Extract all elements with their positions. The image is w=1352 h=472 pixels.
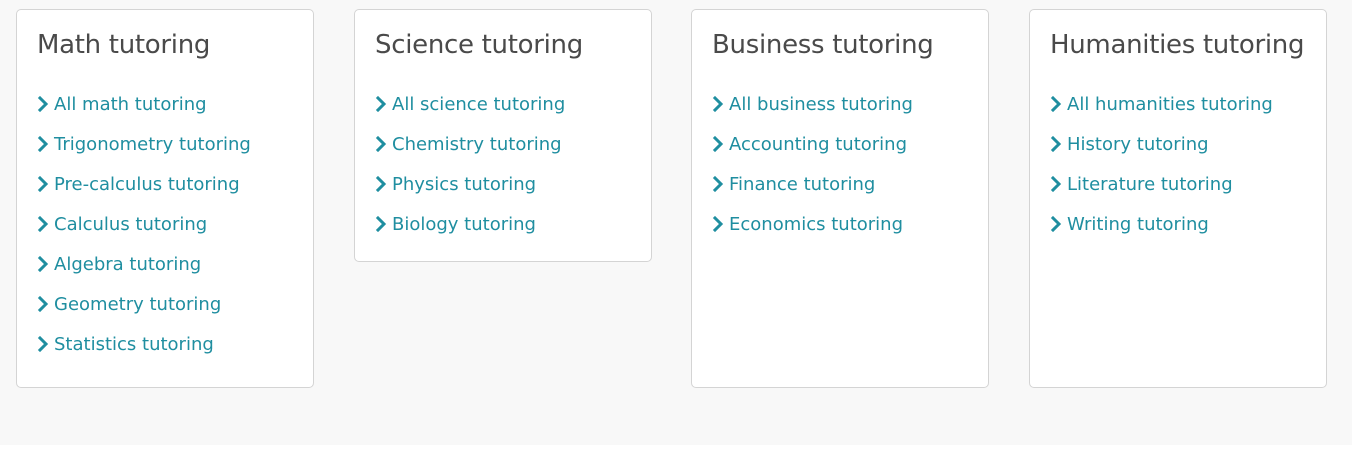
- chevron-right-icon: [375, 96, 387, 112]
- list-item: All business tutoring: [712, 90, 913, 130]
- chevron-right-icon: [37, 176, 49, 192]
- list-item: Economics tutoring: [712, 210, 913, 250]
- list-item: History tutoring: [1050, 130, 1273, 170]
- list-item: Pre-calculus tutoring: [37, 170, 251, 210]
- link-label: Trigonometry tutoring: [54, 133, 251, 155]
- link-label: All math tutoring: [54, 93, 207, 115]
- chevron-right-icon: [37, 216, 49, 232]
- category-card-math: Math tutoring All math tutoring Trigonom…: [16, 9, 314, 388]
- list-item: All humanities tutoring: [1050, 90, 1273, 130]
- link-label: All humanities tutoring: [1067, 93, 1273, 115]
- list-item: Physics tutoring: [375, 170, 565, 210]
- link-list: All business tutoring Accounting tutorin…: [712, 90, 913, 250]
- category-card-business: Business tutoring All business tutoring …: [691, 9, 989, 388]
- link-all-business-tutoring[interactable]: All business tutoring: [712, 90, 913, 118]
- chevron-right-icon: [37, 256, 49, 272]
- link-finance-tutoring[interactable]: Finance tutoring: [712, 170, 875, 198]
- list-item: Writing tutoring: [1050, 210, 1273, 250]
- list-item: Trigonometry tutoring: [37, 130, 251, 170]
- chevron-right-icon: [1050, 96, 1062, 112]
- chevron-right-icon: [37, 336, 49, 352]
- link-label: Accounting tutoring: [729, 133, 908, 155]
- link-all-science-tutoring[interactable]: All science tutoring: [375, 90, 565, 118]
- chevron-right-icon: [375, 216, 387, 232]
- link-geometry-tutoring[interactable]: Geometry tutoring: [37, 290, 221, 318]
- list-item: Accounting tutoring: [712, 130, 913, 170]
- link-calculus-tutoring[interactable]: Calculus tutoring: [37, 210, 207, 238]
- chevron-right-icon: [37, 296, 49, 312]
- list-item: Literature tutoring: [1050, 170, 1273, 210]
- chevron-right-icon: [712, 216, 724, 232]
- link-label: All science tutoring: [392, 93, 566, 115]
- link-trigonometry-tutoring[interactable]: Trigonometry tutoring: [37, 130, 251, 158]
- chevron-right-icon: [1050, 216, 1062, 232]
- link-label: Chemistry tutoring: [392, 133, 562, 155]
- chevron-right-icon: [1050, 136, 1062, 152]
- link-all-humanities-tutoring[interactable]: All humanities tutoring: [1050, 90, 1273, 118]
- chevron-right-icon: [1050, 176, 1062, 192]
- link-chemistry-tutoring[interactable]: Chemistry tutoring: [375, 130, 562, 158]
- link-pre-calculus-tutoring[interactable]: Pre-calculus tutoring: [37, 170, 240, 198]
- list-item: All math tutoring: [37, 90, 251, 130]
- link-history-tutoring[interactable]: History tutoring: [1050, 130, 1209, 158]
- list-item: Biology tutoring: [375, 210, 565, 250]
- list-item: Statistics tutoring: [37, 330, 251, 370]
- chevron-right-icon: [712, 96, 724, 112]
- link-label: All business tutoring: [729, 93, 913, 115]
- link-physics-tutoring[interactable]: Physics tutoring: [375, 170, 536, 198]
- category-card-science: Science tutoring All science tutoring Ch…: [354, 9, 652, 262]
- card-title: Science tutoring: [375, 30, 583, 60]
- link-label: Literature tutoring: [1067, 173, 1233, 195]
- chevron-right-icon: [712, 136, 724, 152]
- chevron-right-icon: [712, 176, 724, 192]
- link-label: Pre-calculus tutoring: [54, 173, 240, 195]
- link-literature-tutoring[interactable]: Literature tutoring: [1050, 170, 1233, 198]
- list-item: All science tutoring: [375, 90, 565, 130]
- link-label: History tutoring: [1067, 133, 1209, 155]
- card-title: Math tutoring: [37, 30, 211, 60]
- link-label: Biology tutoring: [392, 213, 536, 235]
- card-title: Business tutoring: [712, 30, 934, 60]
- link-label: Writing tutoring: [1067, 213, 1209, 235]
- link-list: All science tutoring Chemistry tutoring …: [375, 90, 565, 250]
- link-label: Finance tutoring: [729, 173, 876, 195]
- list-item: Algebra tutoring: [37, 250, 251, 290]
- link-list: All humanities tutoring History tutoring…: [1050, 90, 1273, 250]
- link-label: Physics tutoring: [392, 173, 537, 195]
- link-label: Economics tutoring: [729, 213, 904, 235]
- link-biology-tutoring[interactable]: Biology tutoring: [375, 210, 536, 238]
- list-item: Finance tutoring: [712, 170, 913, 210]
- link-all-math-tutoring[interactable]: All math tutoring: [37, 90, 207, 118]
- list-item: Chemistry tutoring: [375, 130, 565, 170]
- list-item: Calculus tutoring: [37, 210, 251, 250]
- category-card-humanities: Humanities tutoring All humanities tutor…: [1029, 9, 1327, 388]
- link-list: All math tutoring Trigonometry tutoring …: [37, 90, 251, 370]
- link-writing-tutoring[interactable]: Writing tutoring: [1050, 210, 1209, 238]
- link-label: Calculus tutoring: [54, 213, 208, 235]
- link-statistics-tutoring[interactable]: Statistics tutoring: [37, 330, 214, 358]
- list-item: Geometry tutoring: [37, 290, 251, 330]
- chevron-right-icon: [37, 96, 49, 112]
- card-title: Humanities tutoring: [1050, 30, 1305, 60]
- link-accounting-tutoring[interactable]: Accounting tutoring: [712, 130, 907, 158]
- link-economics-tutoring[interactable]: Economics tutoring: [712, 210, 903, 238]
- link-label: Statistics tutoring: [54, 333, 214, 355]
- link-label: Geometry tutoring: [54, 293, 222, 315]
- chevron-right-icon: [37, 136, 49, 152]
- chevron-right-icon: [375, 176, 387, 192]
- link-label: Algebra tutoring: [54, 253, 202, 275]
- chevron-right-icon: [375, 136, 387, 152]
- link-algebra-tutoring[interactable]: Algebra tutoring: [37, 250, 201, 278]
